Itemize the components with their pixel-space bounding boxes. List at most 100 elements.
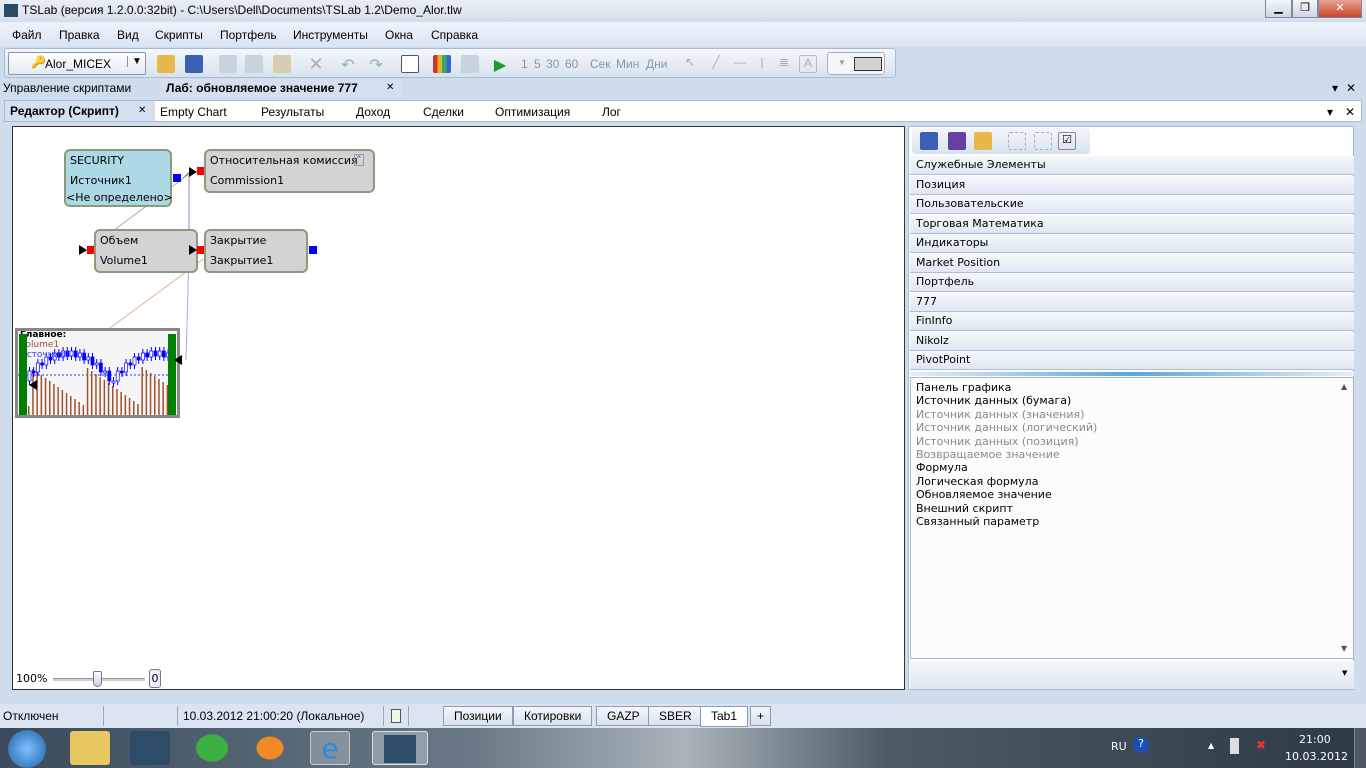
tray-expand-icon[interactable]: ▲	[1208, 741, 1214, 750]
minimize-button[interactable]: ▁	[1265, 0, 1292, 18]
ungroup-icon[interactable]	[1034, 132, 1052, 150]
category-item[interactable]: Nikolz	[910, 331, 1354, 351]
category-item[interactable]: Портфель	[910, 273, 1354, 292]
tab-quotes[interactable]: Котировки	[513, 706, 593, 726]
element-item[interactable]: Источник данных (позиция)	[916, 435, 1079, 448]
zoom-slider[interactable]	[53, 671, 145, 687]
tab-gazp[interactable]: GAZP	[596, 706, 651, 726]
connection-select[interactable]: 🔑 Alor_MICEX ▼	[8, 52, 146, 75]
category-item[interactable]: Market Position	[910, 253, 1354, 273]
chart-icon[interactable]	[433, 55, 451, 73]
color-dropdown[interactable]: ▼	[827, 52, 885, 75]
tslab-icon[interactable]	[130, 731, 170, 765]
vline-icon[interactable]: |	[753, 55, 771, 73]
category-item[interactable]: Торговая Математика	[910, 214, 1354, 234]
tab-script-management[interactable]: Управление скриптами	[3, 81, 131, 95]
chart-panel-node[interactable]: Главное: Volume1 Источник1	[15, 328, 180, 418]
menu-portfolio[interactable]: Портфель	[220, 28, 277, 42]
close-icon[interactable]: ✕	[386, 82, 394, 93]
category-item[interactable]: PivotPoint	[910, 351, 1354, 370]
output-port[interactable]	[173, 174, 181, 182]
copy-icon[interactable]	[219, 55, 237, 73]
node-security[interactable]: SECURITY Источник1 <Не определено>	[64, 149, 173, 207]
interval-60[interactable]: 60	[565, 57, 578, 71]
fibo-icon[interactable]: ≣	[775, 55, 793, 73]
delete-icon[interactable]: ✕	[307, 55, 325, 73]
menu-edit[interactable]: Правка	[59, 28, 100, 42]
element-item[interactable]: Панель графика	[916, 381, 1011, 394]
line-icon[interactable]: ╱	[707, 55, 725, 73]
tab-empty-chart[interactable]: Empty Chart	[160, 105, 227, 119]
unit-min[interactable]: Мин	[616, 57, 639, 71]
output-port[interactable]	[309, 246, 317, 254]
scroll-down-icon[interactable]: ▼	[1341, 644, 1347, 653]
check-icon[interactable]: ☑	[1058, 132, 1076, 150]
tab-positions[interactable]: Позиции	[443, 706, 513, 726]
start-button[interactable]	[8, 730, 46, 768]
add-tab-button[interactable]: +	[750, 706, 772, 726]
zoom-reset-button[interactable]: 0	[149, 669, 161, 688]
save-icon[interactable]	[920, 132, 938, 150]
clock-time[interactable]: 21:00	[1299, 733, 1331, 746]
element-item[interactable]: Источник данных (бумага)	[916, 394, 1071, 407]
tab-lab[interactable]: Лаб: обновляемое значение 777 ✕	[160, 79, 402, 98]
category-item[interactable]: Позиция	[910, 175, 1354, 195]
script-canvas[interactable]: SECURITY Источник1 <Не определено> Относ…	[12, 126, 905, 690]
tab-income[interactable]: Доход	[356, 105, 390, 119]
save-icon[interactable]	[185, 55, 203, 73]
show-desktop-button[interactable]	[1354, 728, 1366, 768]
category-item[interactable]: Индикаторы	[910, 234, 1354, 253]
collapse-icon[interactable]: ⌃	[354, 154, 364, 166]
category-item[interactable]: Пользовательские	[910, 195, 1354, 214]
language-indicator[interactable]: RU	[1111, 740, 1127, 753]
menu-view[interactable]: Вид	[117, 28, 139, 42]
element-item[interactable]: Обновляемое значение	[916, 488, 1052, 501]
tab-log[interactable]: Лог	[602, 105, 621, 119]
element-item[interactable]: Логическая формула	[916, 475, 1038, 488]
tab-sber[interactable]: SBER	[648, 706, 703, 726]
save-as-icon[interactable]	[948, 132, 966, 150]
unit-sec[interactable]: Сек	[590, 57, 611, 71]
open-icon[interactable]	[974, 132, 992, 150]
pin-icon[interactable]: ▾	[1332, 81, 1338, 95]
chevron-down-icon[interactable]: ▼	[127, 56, 142, 67]
zoom-slider-thumb[interactable]	[93, 671, 102, 687]
node-commission[interactable]: Относительная комиссия Commission1 ⌃	[204, 149, 375, 193]
group-icon[interactable]	[1008, 132, 1026, 150]
pin-icon[interactable]: ▾	[1327, 105, 1333, 119]
open-icon[interactable]	[157, 55, 175, 73]
menu-help[interactable]: Справка	[431, 28, 478, 42]
help-icon[interactable]: ?	[1133, 737, 1149, 753]
explorer-icon[interactable]	[70, 731, 110, 765]
element-item[interactable]: Формула	[916, 461, 968, 474]
close-icon[interactable]: ✕	[138, 105, 146, 116]
media-player-icon[interactable]	[250, 731, 290, 765]
tab-results[interactable]: Результаты	[261, 105, 324, 119]
menu-scripts[interactable]: Скрипты	[155, 28, 203, 42]
maximize-button[interactable]: ❐	[1292, 0, 1318, 18]
device-icon[interactable]	[1230, 738, 1239, 754]
unit-days[interactable]: Дни	[646, 57, 667, 71]
chevron-down-icon[interactable]: ▼	[1342, 669, 1347, 677]
tab-trades[interactable]: Сделки	[423, 105, 464, 119]
run-icon[interactable]: ▶	[491, 55, 509, 74]
close-button[interactable]: ✕	[1318, 0, 1362, 18]
utorrent-icon[interactable]	[192, 731, 232, 765]
tree-icon[interactable]	[461, 55, 479, 73]
tslab-active-icon[interactable]	[372, 731, 428, 765]
splitter[interactable]	[910, 372, 1354, 376]
element-item[interactable]: Возвращаемое значение	[916, 448, 1060, 461]
interval-30[interactable]: 30	[546, 57, 559, 71]
paste-icon[interactable]	[273, 55, 291, 73]
interval-1[interactable]: 1	[521, 57, 528, 71]
element-item[interactable]: Внешний скрипт	[916, 502, 1013, 515]
properties-icon[interactable]	[401, 55, 419, 73]
network-icon[interactable]: ✖	[1256, 738, 1266, 752]
category-item[interactable]: 777	[910, 292, 1354, 312]
scroll-up-icon[interactable]: ▲	[1341, 382, 1347, 391]
element-item[interactable]: Связанный параметр	[916, 515, 1039, 528]
tab-editor[interactable]: Редактор (Скрипт) ✕	[5, 101, 155, 121]
element-item[interactable]: Источник данных (значения)	[916, 408, 1084, 421]
close-icon[interactable]: ✕	[1345, 105, 1355, 119]
menu-windows[interactable]: Окна	[385, 28, 413, 42]
